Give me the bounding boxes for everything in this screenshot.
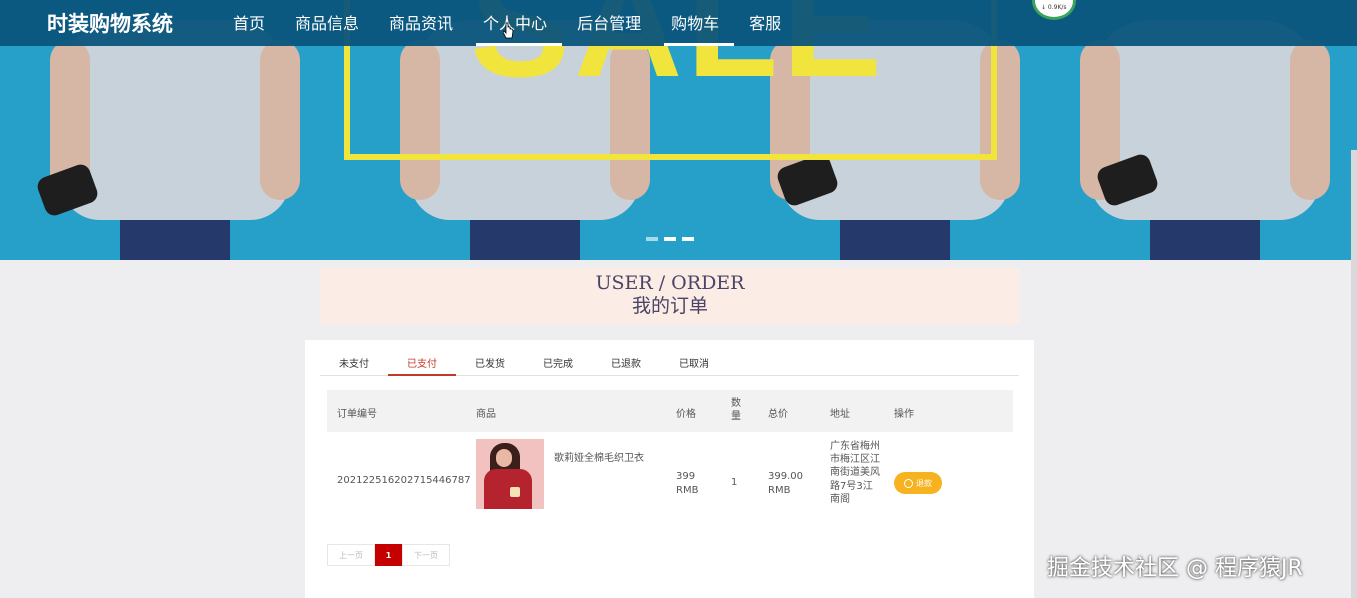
nav-item-home[interactable]: 首页 (218, 0, 280, 46)
col-header-product: 商品 (476, 409, 496, 420)
nav-item-news[interactable]: 商品资讯 (374, 0, 468, 46)
carousel-dot[interactable] (664, 237, 676, 241)
orders-table: 订单编号 商品 价格 数量 总价 地址 操作 20212251620271544… (327, 390, 1013, 532)
refund-button-label: 退款 (916, 478, 932, 488)
carousel-dot[interactable] (682, 237, 694, 241)
col-header-price: 价格 (676, 409, 696, 420)
page-title-en: USER / ORDER (595, 272, 745, 294)
col-header-order-no: 订单编号 (337, 409, 377, 420)
col-header-qty: 数量 (731, 398, 741, 422)
price-value: 399 (676, 471, 696, 482)
quantity-value: 1 (731, 477, 738, 488)
tab-unpaid[interactable]: 未支付 (320, 340, 388, 376)
tab-cancelled[interactable]: 已取消 (660, 340, 728, 376)
table-header: 订单编号 商品 价格 数量 总价 地址 操作 (327, 390, 1013, 432)
watermark-text: 掘金技术社区 @ 程序猿JR (1047, 556, 1303, 581)
banner-model-figure (1080, 20, 1330, 260)
next-page-button[interactable]: 下一页 (402, 544, 450, 566)
top-navbar: 时装购物系统 首页 商品信息 商品资讯 个人中心 后台管理 购物车 客服 ↓ 0… (0, 0, 1357, 46)
nav-item-service[interactable]: 客服 (734, 0, 796, 46)
col-header-address: 地址 (830, 409, 850, 420)
mouse-pointer-icon (503, 22, 514, 39)
carousel-indicators[interactable] (646, 237, 694, 241)
nav-item-profile[interactable]: 个人中心 (468, 0, 563, 46)
product-thumbnail[interactable] (476, 439, 544, 509)
tab-refunded[interactable]: 已退款 (592, 340, 660, 376)
product-name[interactable]: 歌莉娅全棉毛织卫衣 (554, 449, 644, 464)
refund-button[interactable]: 退款 (894, 472, 942, 494)
page-title-cn: 我的订单 (631, 295, 708, 317)
site-brand[interactable]: 时装购物系统 (47, 8, 173, 38)
refund-icon (904, 478, 913, 488)
pagination: 上一页 1 下一页 (327, 544, 450, 566)
page-title-box: USER / ORDER 我的订单 (320, 268, 1020, 324)
nav-item-admin[interactable]: 后台管理 (562, 0, 656, 46)
price-unit: RMB (676, 485, 699, 496)
nav-item-products[interactable]: 商品信息 (280, 0, 374, 46)
banner-model-figure (34, 20, 300, 260)
col-header-action: 操作 (894, 409, 914, 420)
table-row: 20212251620271544678​7 歌莉娅全棉毛织卫衣 399 RMB… (327, 432, 1013, 532)
current-page-button[interactable]: 1 (375, 544, 402, 566)
total-cell: 399.00 RMB (768, 470, 803, 498)
network-speed-badge: ↓ 0.9K/s (1032, 0, 1076, 20)
tab-paid[interactable]: 已支付 (388, 340, 456, 376)
tab-completed[interactable]: 已完成 (524, 340, 592, 376)
order-number: 20212251620271544678​7 (337, 475, 471, 486)
nav-item-cart[interactable]: 购物车 (656, 0, 735, 46)
price-cell: 399 RMB (676, 470, 698, 498)
orders-panel: 未支付 已支付 已发货 已完成 已退款 已取消 订单编号 商品 价格 数量 总价… (305, 340, 1034, 598)
col-header-total: 总价 (768, 409, 788, 420)
address-value: 广东省梅州市梅江区江南街道美风路7号3江南阁 (830, 441, 880, 505)
page-scrollbar[interactable] (1351, 150, 1357, 598)
network-speed-text: ↓ 0.9K/s (1041, 4, 1067, 11)
prev-page-button[interactable]: 上一页 (327, 544, 375, 566)
total-unit: RMB (768, 485, 791, 496)
total-value: 399.00 (768, 471, 803, 482)
order-status-tabs: 未支付 已支付 已发货 已完成 已退款 已取消 (320, 340, 1019, 376)
tab-shipped[interactable]: 已发货 (456, 340, 524, 376)
carousel-dot[interactable] (646, 237, 658, 241)
